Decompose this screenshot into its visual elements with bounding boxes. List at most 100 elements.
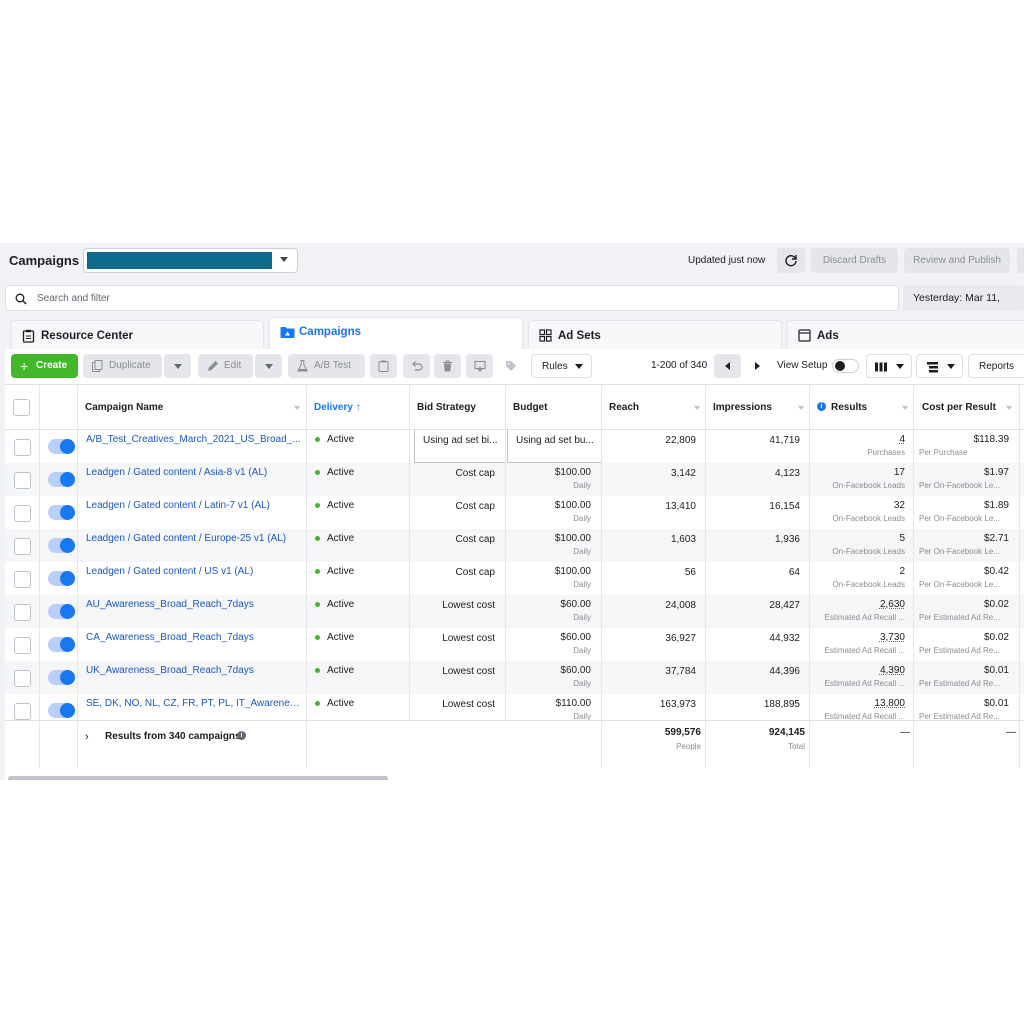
delete-button[interactable] bbox=[434, 354, 461, 378]
tag-button[interactable] bbox=[497, 354, 524, 378]
row-checkbox[interactable] bbox=[14, 538, 31, 555]
column-header-campaign-name[interactable]: Campaign Name bbox=[85, 402, 163, 413]
column-header-delivery[interactable]: Delivery ↑ bbox=[314, 402, 361, 413]
view-setup-toggle[interactable] bbox=[832, 359, 859, 373]
row-checkbox[interactable] bbox=[14, 439, 31, 456]
columns-button[interactable] bbox=[866, 354, 912, 378]
bid-strategy-cell: Using ad set bi... bbox=[414, 430, 506, 463]
campaign-name-link[interactable]: Leadgen / Gated content / Latin-7 v1 (AL… bbox=[86, 500, 301, 511]
table-body: A/B_Test_Creatives_March_2021_US_Broad_.… bbox=[5, 430, 1024, 721]
column-header-budget[interactable]: Budget bbox=[513, 402, 547, 413]
table-row[interactable]: Leadgen / Gated content / Latin-7 v1 (AL… bbox=[5, 496, 1024, 529]
cost-per-result-type: Per Estimated Ad Re... bbox=[919, 613, 1000, 622]
reports-dropdown[interactable]: Reports bbox=[968, 354, 1024, 378]
table-row[interactable]: AU_Awareness_Broad_Reach_7days Active Lowe… bbox=[5, 595, 1024, 628]
rules-dropdown[interactable]: Rules bbox=[531, 354, 592, 378]
campaign-status-toggle[interactable] bbox=[48, 538, 75, 553]
tab-resource-center[interactable]: Resource Center bbox=[11, 320, 264, 351]
create-button[interactable]: + Create bbox=[11, 354, 78, 378]
campaigns-table: Campaign Name Delivery ↑ Bid Strategy Bu… bbox=[5, 384, 1024, 772]
campaign-status-toggle[interactable] bbox=[48, 703, 75, 718]
budget-period: Daily bbox=[573, 646, 591, 655]
column-header-impressions[interactable]: Impressions bbox=[713, 402, 772, 413]
tab-ad-sets[interactable]: Ad Sets bbox=[528, 320, 782, 351]
results-value: 4 bbox=[899, 434, 905, 445]
duplicate-dropdown[interactable] bbox=[164, 354, 191, 378]
discard-drafts-button[interactable]: Discard Drafts bbox=[811, 248, 898, 273]
caret-down-icon bbox=[896, 364, 904, 369]
results-type: Purchases bbox=[867, 448, 905, 457]
campaign-name-link[interactable]: SE, DK, NO, NL, CZ, FR, PT, PL, IT_Aware… bbox=[86, 698, 301, 709]
previous-page-button[interactable] bbox=[714, 354, 741, 378]
table-row[interactable]: UK_Awareness_Broad_Reach_7days Active Lowe… bbox=[5, 661, 1024, 694]
chevron-right-icon[interactable]: › bbox=[85, 731, 89, 743]
campaign-name-link[interactable]: Leadgen / Gated content / Asia-8 v1 (AL) bbox=[86, 467, 301, 478]
reach-value: 3,142 bbox=[670, 468, 696, 479]
search-bar[interactable] bbox=[5, 285, 899, 311]
undo-button[interactable] bbox=[403, 354, 430, 378]
more-button[interactable] bbox=[1017, 248, 1024, 273]
sort-caret-icon bbox=[902, 406, 908, 410]
edit-button[interactable]: Edit bbox=[198, 354, 253, 378]
duplicate-button[interactable]: Duplicate bbox=[83, 354, 162, 378]
next-page-button[interactable] bbox=[743, 354, 770, 378]
edit-dropdown[interactable] bbox=[255, 354, 282, 378]
row-checkbox[interactable] bbox=[14, 703, 31, 720]
budget-period: Daily bbox=[573, 481, 591, 490]
sort-caret-icon bbox=[798, 406, 804, 410]
table-row[interactable]: Leadgen / Gated content / US v1 (AL) Acti… bbox=[5, 562, 1024, 595]
cost-per-result-value: $0.02 bbox=[983, 632, 1009, 643]
row-checkbox[interactable] bbox=[14, 637, 31, 654]
campaign-status-toggle[interactable] bbox=[48, 637, 75, 652]
review-publish-button[interactable]: Review and Publish bbox=[904, 248, 1010, 273]
delivery-status: Active bbox=[327, 434, 355, 445]
search-input[interactable] bbox=[37, 290, 637, 306]
campaign-name-link[interactable]: A/B_Test_Creatives_March_2021_US_Broad_.… bbox=[86, 434, 301, 445]
campaign-status-toggle[interactable] bbox=[48, 670, 75, 685]
select-all-checkbox[interactable] bbox=[13, 399, 30, 416]
results-value: 2 bbox=[899, 566, 905, 577]
row-checkbox[interactable] bbox=[14, 670, 31, 687]
summary-impressions-sub: Total bbox=[788, 742, 805, 751]
column-divider bbox=[39, 384, 40, 768]
date-range-picker[interactable]: Yesterday: Mar 11, 2021 bbox=[903, 285, 1024, 330]
row-checkbox[interactable] bbox=[14, 472, 31, 489]
campaign-status-toggle[interactable] bbox=[48, 604, 75, 619]
ab-test-button[interactable]: A/B Test bbox=[288, 354, 365, 378]
paste-button[interactable] bbox=[370, 354, 397, 378]
sort-caret-icon bbox=[294, 406, 300, 410]
row-checkbox[interactable] bbox=[14, 505, 31, 522]
horizontal-scrollbar[interactable] bbox=[8, 776, 388, 780]
campaign-status-toggle[interactable] bbox=[48, 472, 75, 487]
summary-impressions: 924,145 bbox=[768, 727, 805, 738]
campaign-status-toggle[interactable] bbox=[48, 505, 75, 520]
campaign-status-toggle[interactable] bbox=[48, 571, 75, 586]
cost-per-result-value: $118.39 bbox=[973, 434, 1009, 445]
refresh-button[interactable] bbox=[777, 248, 805, 273]
preview-button[interactable] bbox=[466, 354, 493, 378]
reach-value: 56 bbox=[684, 567, 696, 578]
breakdown-button[interactable] bbox=[916, 354, 963, 378]
tab-campaigns[interactable]: Campaigns bbox=[269, 317, 523, 351]
tab-ads[interactable]: Ads bbox=[787, 320, 1024, 351]
column-header-cost-per-result[interactable]: Cost per Result bbox=[922, 402, 996, 413]
column-header-results[interactable]: Results bbox=[831, 402, 867, 413]
campaign-name-link[interactable]: Leadgen / Gated content / Europe-25 v1 (… bbox=[86, 533, 301, 544]
campaign-status-toggle[interactable] bbox=[48, 439, 75, 454]
campaign-name-link[interactable]: CA_Awareness_Broad_Reach_7days bbox=[86, 632, 301, 643]
table-row[interactable]: A/B_Test_Creatives_March_2021_US_Broad_.… bbox=[5, 430, 1024, 463]
campaign-name-link[interactable]: Leadgen / Gated content / US v1 (AL) bbox=[86, 566, 301, 577]
account-selector[interactable] bbox=[83, 248, 298, 273]
campaign-name-link[interactable]: UK_Awareness_Broad_Reach_7days bbox=[86, 665, 301, 676]
info-icon[interactable]: i bbox=[237, 731, 246, 740]
row-checkbox[interactable] bbox=[14, 604, 31, 621]
campaign-name-link[interactable]: AU_Awareness_Broad_Reach_7days bbox=[86, 599, 301, 610]
column-header-reach[interactable]: Reach bbox=[609, 402, 639, 413]
status-dot-icon bbox=[315, 701, 320, 706]
table-row[interactable]: Leadgen / Gated content / Europe-25 v1 (… bbox=[5, 529, 1024, 562]
row-checkbox[interactable] bbox=[14, 571, 31, 588]
tab-label: Ads bbox=[817, 330, 839, 342]
table-row[interactable]: Leadgen / Gated content / Asia-8 v1 (AL)… bbox=[5, 463, 1024, 496]
table-row[interactable]: CA_Awareness_Broad_Reach_7days Active Lowe… bbox=[5, 628, 1024, 661]
column-header-bid-strategy[interactable]: Bid Strategy bbox=[417, 402, 476, 413]
